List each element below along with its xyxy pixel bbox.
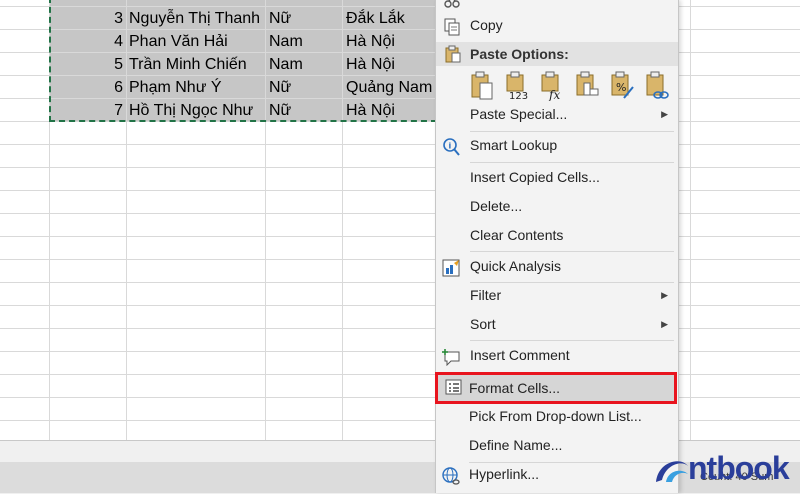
svg-text:123: 123 bbox=[509, 91, 528, 101]
menu-label: Format Cells... bbox=[469, 380, 561, 396]
gridline bbox=[0, 420, 800, 421]
menu-item-copy[interactable]: Copy bbox=[436, 13, 678, 41]
menu-item-quick-analysis[interactable]: Quick Analysis bbox=[436, 254, 678, 282]
paste-values-icon[interactable]: 123 bbox=[505, 71, 531, 102]
paste-link-icon[interactable] bbox=[645, 71, 671, 101]
scissors-icon bbox=[442, 0, 462, 9]
menu-label: Quick Analysis bbox=[470, 258, 562, 274]
gridline bbox=[0, 328, 800, 329]
gridline bbox=[0, 374, 800, 375]
comment-icon bbox=[442, 348, 462, 367]
svg-text:fx: fx bbox=[548, 88, 560, 101]
menu-label: Smart Lookup bbox=[470, 137, 558, 153]
gridline bbox=[0, 397, 800, 398]
format-cells-icon bbox=[444, 378, 464, 396]
menu-item-smart-lookup[interactable]: i Smart Lookup bbox=[436, 133, 678, 161]
menu-separator bbox=[470, 251, 674, 252]
menu-item-paste-special[interactable]: Paste Special... ▶ bbox=[436, 102, 678, 130]
gridline bbox=[0, 190, 800, 191]
gridline bbox=[0, 144, 800, 145]
copy-icon bbox=[442, 18, 462, 36]
paste-transpose-icon[interactable] bbox=[575, 71, 601, 101]
menu-label: Paste Special... bbox=[470, 106, 568, 122]
gridline bbox=[0, 236, 800, 237]
menu-item-sort[interactable]: Sort ▶ bbox=[436, 312, 678, 340]
menu-label: Copy bbox=[470, 17, 503, 33]
paste-formulas-icon[interactable]: fx bbox=[540, 71, 566, 102]
clipboard-icon bbox=[444, 45, 462, 68]
gridline bbox=[0, 213, 800, 214]
menu-label: Delete... bbox=[470, 198, 523, 214]
gridline bbox=[0, 305, 800, 306]
chevron-right-icon: ▶ bbox=[661, 319, 668, 329]
menu-label: Insert Comment bbox=[470, 347, 570, 363]
menu-label: Hyperlink... bbox=[469, 466, 540, 482]
menu-item-filter[interactable]: Filter ▶ bbox=[436, 283, 678, 311]
paste-options-header: Paste Options: bbox=[436, 42, 678, 66]
menu-item-clear-contents[interactable]: Clear Contents bbox=[436, 223, 678, 251]
chevron-right-icon: ▶ bbox=[661, 109, 668, 119]
svg-text:%: % bbox=[616, 81, 626, 94]
menu-item-delete[interactable]: Delete... bbox=[436, 194, 678, 222]
gridline bbox=[0, 282, 800, 283]
menu-item-insert-copied-cells[interactable]: Insert Copied Cells... bbox=[436, 165, 678, 193]
spreadsheet-grid[interactable]: 3 Nguyễn Thị Thanh Nữ Đắk Lắk 4 Phan Văn… bbox=[0, 0, 800, 440]
menu-item-hyperlink[interactable]: Hyperlink... bbox=[435, 462, 677, 490]
menu-label: Pick From Drop-down List... bbox=[469, 408, 642, 424]
menu-separator bbox=[470, 162, 674, 163]
gridline bbox=[0, 259, 800, 260]
quick-analysis-icon bbox=[442, 259, 462, 277]
logo-text: ntbook bbox=[688, 450, 790, 486]
logo-swoosh-icon bbox=[652, 452, 692, 493]
ntbook-logo: ntbook bbox=[648, 446, 800, 493]
gridline bbox=[0, 167, 800, 168]
globe-link-icon bbox=[441, 467, 461, 485]
paste-formatting-icon[interactable]: % bbox=[610, 71, 636, 101]
svg-text:i: i bbox=[449, 142, 452, 151]
menu-separator bbox=[470, 340, 674, 341]
menu-label: Filter bbox=[470, 287, 502, 303]
menu-item-format-cells[interactable]: Format Cells... bbox=[435, 372, 677, 404]
menu-label: Define Name... bbox=[469, 437, 563, 453]
copy-marquee bbox=[49, 0, 437, 122]
gridline bbox=[0, 351, 800, 352]
chevron-right-icon: ▶ bbox=[661, 290, 668, 300]
menu-item-pick-from-list[interactable]: Pick From Drop-down List... bbox=[435, 404, 677, 432]
paste-icon[interactable] bbox=[470, 71, 496, 101]
info-search-icon: i bbox=[442, 138, 462, 156]
menu-item-define-name[interactable]: Define Name... bbox=[435, 433, 677, 461]
menu-item-cut[interactable] bbox=[436, 0, 678, 14]
menu-label: Clear Contents bbox=[470, 227, 564, 243]
menu-label: Sort bbox=[470, 316, 496, 332]
menu-separator bbox=[470, 131, 674, 132]
menu-item-insert-comment[interactable]: Insert Comment bbox=[436, 343, 678, 371]
menu-label: Paste Options: bbox=[470, 46, 569, 62]
menu-label: Insert Copied Cells... bbox=[470, 169, 600, 185]
